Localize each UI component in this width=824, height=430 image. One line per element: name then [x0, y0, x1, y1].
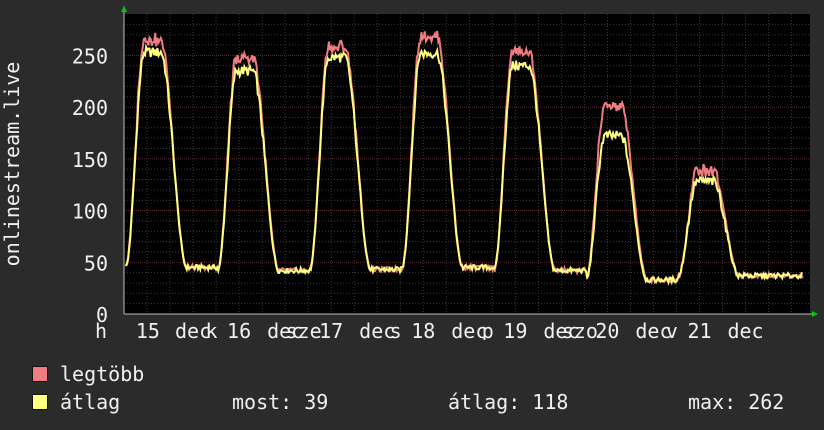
legend-label-max: legtöbb: [60, 362, 145, 386]
stat-now: most: 39: [232, 390, 329, 414]
x-tick-label: 20: [595, 319, 619, 340]
y-tick-label: 200: [72, 96, 108, 120]
x-tick-label: 21: [687, 319, 711, 340]
legend-swatch-avg: [32, 394, 48, 410]
x-tick-label: szo: [562, 319, 598, 340]
x-tick-label: s: [390, 319, 402, 340]
x-tick-label: 19: [503, 319, 527, 340]
legend-swatch-max: [32, 366, 48, 382]
x-tick-label: p: [482, 319, 494, 340]
stat-max: max: 262: [688, 390, 785, 414]
legend-label-avg: átlag: [60, 390, 121, 414]
x-tick-label: 17: [319, 319, 343, 340]
legend-item-avg: átlag: [32, 390, 120, 414]
x-tick-label: v: [666, 319, 678, 340]
y-tick-label: 150: [72, 148, 108, 172]
x-tick-label: dec: [727, 319, 763, 340]
x-tick-label: k: [205, 319, 217, 340]
legend-item-max: legtöbb: [32, 362, 144, 386]
y-tick-label: 50: [84, 251, 108, 275]
stat-average: átlag: 118: [448, 390, 569, 414]
y-tick-label: 250: [72, 44, 108, 68]
x-tick-label: 15: [136, 319, 160, 340]
x-axis-arrow: [812, 311, 818, 317]
x-tick-label: sze: [285, 319, 321, 340]
chart-stage: 0 50 100 150 200 250 onlinestream.live h 15 dec k 1…: [0, 0, 824, 430]
x-tick-label: 16: [227, 319, 251, 340]
x-tick-label: h: [95, 319, 107, 340]
y-axis-label: onlinestream.live: [0, 62, 24, 267]
line-chart: 050100150200250onlinestream.liveh 15 deck 1…: [0, 6, 818, 340]
y-tick-label: 100: [72, 200, 108, 224]
x-tick-label: 18: [411, 319, 435, 340]
y-axis-arrow: [121, 6, 127, 12]
